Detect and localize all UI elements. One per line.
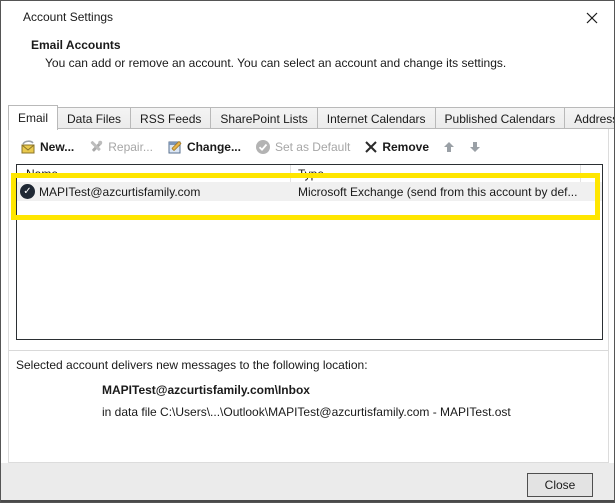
window-title: Account Settings — [23, 10, 113, 24]
account-row[interactable]: ✓ MAPITest@azcurtisfamily.com Microsoft … — [17, 182, 602, 201]
column-header-type[interactable]: Type — [291, 165, 581, 182]
move-up-icon — [443, 141, 455, 153]
data-file-path: in data file C:\Users\...\Outlook\MAPITe… — [102, 405, 511, 419]
tab-sharepoint-lists[interactable]: SharePoint Lists — [211, 107, 317, 129]
repair-icon — [88, 139, 104, 155]
accounts-list-header: Name Type — [17, 165, 602, 182]
email-tab-pane: New... Repair... — [8, 127, 609, 463]
accounts-toolbar: New... Repair... — [20, 135, 481, 159]
delivery-info-text: Selected account delivers new messages t… — [16, 358, 368, 372]
remove-account-button[interactable]: Remove — [364, 140, 429, 154]
move-up-button — [443, 141, 455, 153]
account-settings-dialog: Account Settings Email Accounts You can … — [0, 0, 615, 503]
delivery-location: MAPITest@azcurtisfamily.com\Inbox — [102, 383, 310, 397]
set-as-default-button: Set as Default — [255, 139, 350, 155]
tab-address-books[interactable]: Address Books — [565, 107, 615, 129]
remove-icon — [364, 140, 378, 154]
tab-internet-calendars[interactable]: Internet Calendars — [318, 107, 436, 129]
tab-data-files[interactable]: Data Files — [58, 107, 131, 129]
close-button[interactable]: Close — [527, 473, 593, 497]
accounts-list: Name Type ✓ MAPITest@azcurtisfamily.com … — [16, 164, 603, 340]
page-description: You can add or remove an account. You ca… — [45, 56, 506, 70]
change-icon — [167, 139, 183, 155]
tab-published-calendars[interactable]: Published Calendars — [436, 107, 566, 129]
new-mail-icon — [20, 139, 36, 155]
account-type: Microsoft Exchange (send from this accou… — [291, 185, 602, 199]
close-x-glyph — [585, 11, 599, 25]
exchange-account-icon: ✓ — [20, 184, 35, 199]
move-down-button — [469, 141, 481, 153]
divider — [9, 350, 608, 351]
footer-bar: Close — [1, 463, 614, 502]
page-title: Email Accounts — [31, 38, 121, 52]
repair-account-button: Repair... — [88, 139, 153, 155]
move-down-icon — [469, 141, 481, 153]
change-account-button[interactable]: Change... — [167, 139, 241, 155]
column-header-name[interactable]: Name — [17, 165, 291, 182]
set-default-icon — [255, 139, 271, 155]
tab-rss-feeds[interactable]: RSS Feeds — [131, 107, 211, 129]
account-name: MAPITest@azcurtisfamily.com — [39, 185, 200, 199]
column-header-spacer — [581, 165, 602, 182]
new-account-button[interactable]: New... — [20, 139, 74, 155]
close-icon[interactable] — [582, 8, 602, 28]
tab-email[interactable]: Email — [8, 105, 58, 130]
tab-strip: Email Data Files RSS Feeds SharePoint Li… — [8, 105, 615, 129]
